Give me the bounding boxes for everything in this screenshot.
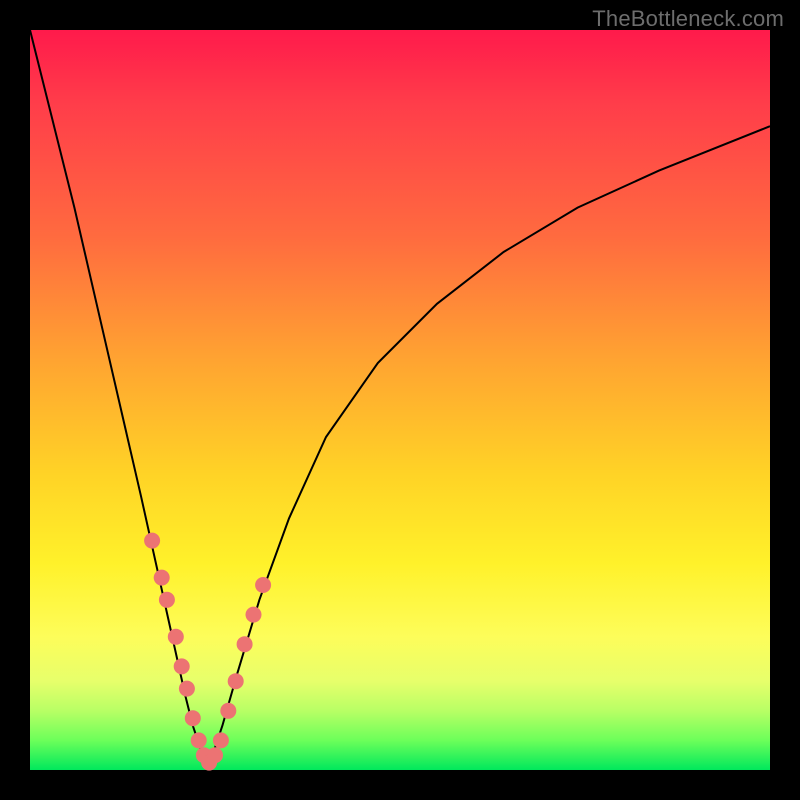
chart-overlay [30,30,770,770]
data-point [246,607,262,623]
data-point [191,732,207,748]
data-point [207,747,223,763]
data-point [159,592,175,608]
watermark-text: TheBottleneck.com [592,6,784,32]
chart-frame: TheBottleneck.com [0,0,800,800]
data-point [213,732,229,748]
bottleneck-curve-right [208,126,770,770]
data-point [154,570,170,586]
data-point [228,673,244,689]
plot-area [30,30,770,770]
data-point [174,658,190,674]
data-point [185,710,201,726]
scatter-group [144,533,271,771]
data-point [179,681,195,697]
data-point [168,629,184,645]
data-point [220,703,236,719]
data-point [255,577,271,593]
data-point [237,636,253,652]
curve-group [30,30,770,770]
data-point [144,533,160,549]
